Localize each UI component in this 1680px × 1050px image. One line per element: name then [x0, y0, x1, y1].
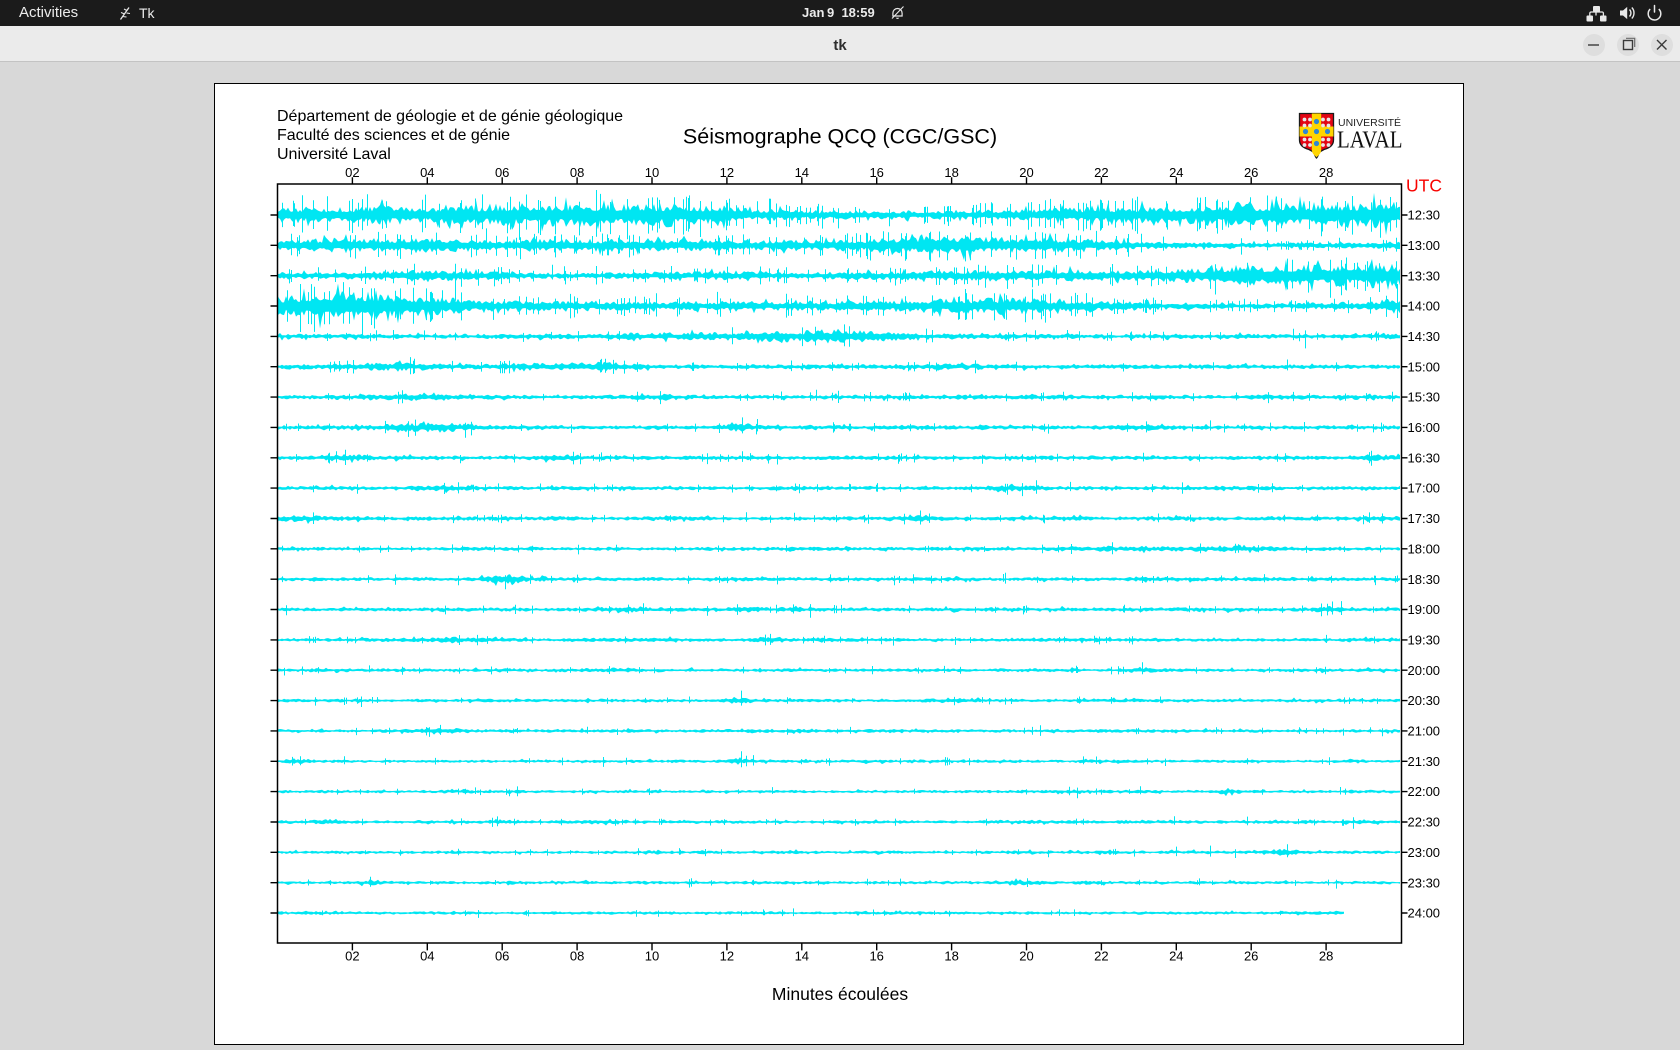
svg-text:22:00: 22:00 [1408, 784, 1441, 799]
svg-text:23:00: 23:00 [1408, 845, 1441, 860]
svg-text:26: 26 [1244, 165, 1258, 180]
svg-text:20:30: 20:30 [1408, 693, 1441, 708]
svg-text:16: 16 [869, 165, 883, 180]
svg-text:14: 14 [795, 949, 809, 964]
svg-text:22: 22 [1094, 165, 1108, 180]
svg-text:13:30: 13:30 [1408, 268, 1441, 283]
svg-text:Séismographe QCQ (CGC/GSC): Séismographe QCQ (CGC/GSC) [683, 125, 997, 149]
svg-text:Université Laval: Université Laval [277, 146, 391, 163]
svg-text:23:30: 23:30 [1408, 875, 1441, 890]
svg-text:14: 14 [795, 165, 809, 180]
svg-text:21:00: 21:00 [1408, 724, 1441, 739]
svg-text:02: 02 [345, 949, 359, 964]
svg-text:20: 20 [1019, 949, 1033, 964]
svg-text:02: 02 [345, 165, 359, 180]
svg-text:18:30: 18:30 [1408, 572, 1441, 587]
svg-text:06: 06 [495, 949, 509, 964]
svg-text:08: 08 [570, 949, 584, 964]
svg-text:28: 28 [1319, 165, 1333, 180]
svg-text:24: 24 [1169, 165, 1183, 180]
svg-text:16:30: 16:30 [1408, 450, 1441, 465]
svg-text:12: 12 [720, 165, 734, 180]
svg-text:16:00: 16:00 [1408, 420, 1441, 435]
svg-text:26: 26 [1244, 949, 1258, 964]
svg-text:04: 04 [420, 949, 434, 964]
svg-text:20:00: 20:00 [1408, 663, 1441, 678]
svg-text:19:30: 19:30 [1408, 633, 1441, 648]
svg-text:14:30: 14:30 [1408, 329, 1441, 344]
svg-text:13:00: 13:00 [1408, 238, 1441, 253]
svg-text:Minutes écoulées: Minutes écoulées [772, 984, 908, 1004]
svg-text:08: 08 [570, 165, 584, 180]
svg-text:18:00: 18:00 [1408, 541, 1441, 556]
svg-text:10: 10 [645, 949, 659, 964]
svg-text:UTC: UTC [1406, 176, 1442, 196]
svg-text:15:00: 15:00 [1408, 359, 1441, 374]
svg-text:24:00: 24:00 [1408, 906, 1441, 921]
svg-text:14:00: 14:00 [1408, 299, 1441, 314]
svg-text:16: 16 [869, 949, 883, 964]
svg-text:06: 06 [495, 165, 509, 180]
svg-text:18: 18 [944, 949, 958, 964]
svg-text:17:30: 17:30 [1408, 511, 1441, 526]
svg-text:18: 18 [944, 165, 958, 180]
svg-text:24: 24 [1169, 949, 1183, 964]
svg-text:20: 20 [1019, 165, 1033, 180]
svg-text:04: 04 [420, 165, 434, 180]
svg-text:Faculté des sciences et de gén: Faculté des sciences et de génie [277, 127, 510, 144]
svg-text:12:30: 12:30 [1408, 208, 1441, 223]
svg-text:15:30: 15:30 [1408, 390, 1441, 405]
svg-text:28: 28 [1319, 949, 1333, 964]
svg-text:17:00: 17:00 [1408, 481, 1441, 496]
svg-text:21:30: 21:30 [1408, 754, 1441, 769]
svg-text:10: 10 [645, 165, 659, 180]
svg-text:LAVAL: LAVAL [1337, 128, 1403, 154]
svg-text:19:00: 19:00 [1408, 602, 1441, 617]
svg-text:22: 22 [1094, 949, 1108, 964]
svg-text:22:30: 22:30 [1408, 815, 1441, 830]
svg-text:12: 12 [720, 949, 734, 964]
svg-text:Département de géologie et de: Département de géologie et de génie géol… [277, 108, 623, 125]
